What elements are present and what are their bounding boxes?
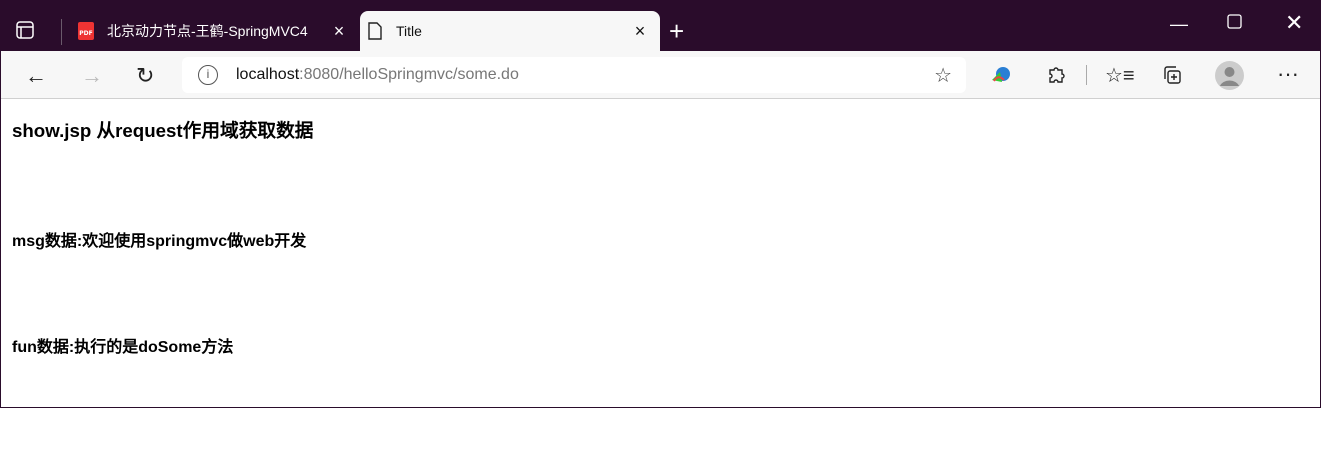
close-tab-icon[interactable]: × (630, 21, 650, 42)
title-bar: PDF 北京动力节点-王鹤-SpringMVC4 × Title × + — ✕ (1, 0, 1320, 51)
info-icon[interactable]: i (198, 65, 218, 85)
svg-text:PDF: PDF (79, 30, 92, 37)
avatar[interactable] (1215, 61, 1244, 90)
toolbar: ← → ↻ i localhost:8080/helloSpringmvc/so… (1, 51, 1320, 99)
back-button[interactable]: ← (25, 63, 47, 89)
collections-icon[interactable] (1161, 64, 1183, 86)
extensions-icon[interactable] (1045, 64, 1067, 86)
address-bar[interactable]: i localhost:8080/helloSpringmvc/some.do … (182, 57, 966, 93)
divider (61, 19, 62, 45)
more-menu-icon[interactable]: ··· (1277, 61, 1299, 87)
close-window-button[interactable]: ✕ (1285, 10, 1303, 36)
refresh-button[interactable]: ↻ (136, 63, 154, 89)
download-manager-extension-icon[interactable] (990, 64, 1012, 86)
add-favorite-icon[interactable]: ☆ (934, 63, 952, 88)
minimize-button[interactable]: — (1170, 14, 1188, 35)
new-tab-button[interactable]: + (669, 16, 684, 47)
pdf-icon: PDF (77, 22, 95, 40)
maximize-button[interactable] (1227, 14, 1243, 35)
page-heading: show.jsp 从request作用域获取数据 (12, 120, 314, 141)
page-content: show.jsp 从request作用域获取数据 msg数据:欢迎使用sprin… (1, 99, 1320, 456)
page-icon (366, 22, 384, 40)
divider (1086, 65, 1087, 85)
url-text[interactable]: localhost:8080/helloSpringmvc/some.do (236, 66, 519, 84)
tab-title[interactable]: Title × (360, 11, 660, 51)
tab-pdf[interactable]: PDF 北京动力节点-王鹤-SpringMVC4 × (71, 11, 359, 51)
favorites-icon[interactable]: ☆≡ (1105, 63, 1135, 88)
forward-button[interactable]: → (81, 63, 103, 89)
msg-data: msg数据:欢迎使用springmvc做web开发 (12, 233, 307, 250)
tab-actions-icon[interactable] (15, 20, 35, 40)
close-tab-icon[interactable]: × (329, 21, 349, 42)
fun-data: fun数据:执行的是doSome方法 (12, 339, 234, 356)
